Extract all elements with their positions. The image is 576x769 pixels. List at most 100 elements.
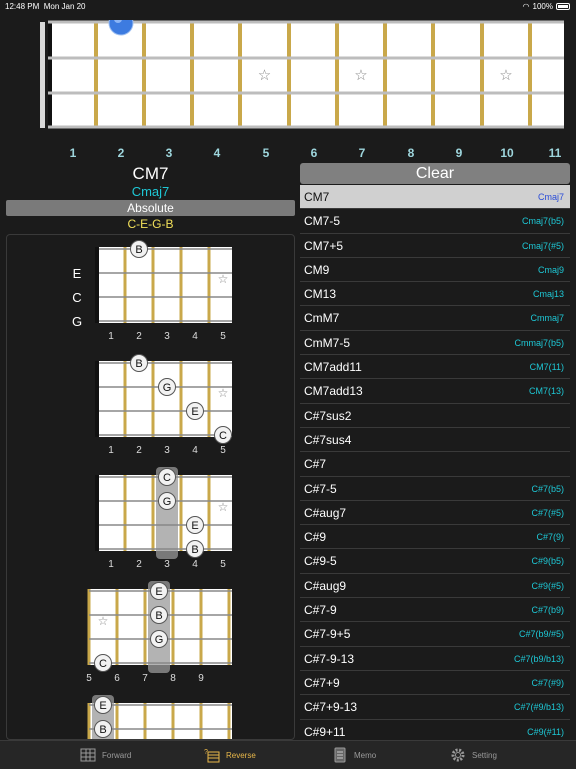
diagram-fret-number: 5 xyxy=(86,673,92,684)
absolute-mode-button[interactable]: Absolute xyxy=(6,200,295,216)
chord-diagram: ☆ CG EB 1 2 3 4 5 xyxy=(95,467,232,570)
fret-wire xyxy=(480,22,484,128)
wifi-icon: ◠ xyxy=(522,2,530,11)
note-marker: G xyxy=(158,492,176,510)
chord-list-row[interactable]: C#7-9 C#7(b9) xyxy=(300,598,570,623)
chord-list-row[interactable]: C#7+9-13 C#7(#9/b13) xyxy=(300,695,570,720)
string-line xyxy=(48,56,564,60)
diagram-fret xyxy=(227,703,231,739)
note-label: G xyxy=(163,382,172,394)
chord-list-row[interactable]: CM7-5 Cmaj7(b5) xyxy=(300,209,570,234)
diagram-fret-number: 5 xyxy=(220,559,226,570)
diagram-fret xyxy=(207,247,211,323)
note-marker: E xyxy=(150,582,168,600)
note-marker: E xyxy=(94,696,112,714)
diagram-fret xyxy=(115,703,119,739)
fretboard-svg[interactable]: ☆ ☆ ☆ xyxy=(40,10,564,130)
note-label: B xyxy=(99,724,106,736)
diagram-fret xyxy=(123,475,127,551)
chord-diagram: ☆ B G E C 1 2 3 4 5 xyxy=(95,354,232,456)
tab-forward[interactable]: Forward xyxy=(80,745,131,765)
note-marker: B xyxy=(130,240,148,258)
chord-list-row[interactable]: C#7 xyxy=(300,452,570,477)
grid-icon xyxy=(80,748,96,762)
chord-list-name: C#9+11 xyxy=(304,724,346,739)
note-label: E xyxy=(155,586,162,598)
chord-list-name: C#7-9+5 xyxy=(304,627,351,642)
diagram-fret-number: 5 xyxy=(220,445,226,456)
diagram-fret xyxy=(199,589,203,665)
fret-inlay-star: ☆ xyxy=(218,272,229,286)
status-time: 12:48 PM Mon Jan 20 xyxy=(5,2,86,11)
chord-list-row[interactable]: C#7sus4 xyxy=(300,428,570,453)
diagram-fret-number: 4 xyxy=(192,445,198,456)
fret-inlay-star: ☆ xyxy=(98,614,109,628)
chord-list-row[interactable]: CM7+5 Cmaj7(#5) xyxy=(300,234,570,258)
fretboard-neck[interactable]: ☆ ☆ ☆ xyxy=(40,10,564,130)
chord-list-row[interactable]: CmM7 Cmmaj7 xyxy=(300,306,570,331)
chord-list-row[interactable]: C#aug7 C#7(#5) xyxy=(300,501,570,526)
note-label: B xyxy=(135,358,142,370)
fret-wire xyxy=(94,22,98,128)
fret-wire xyxy=(142,22,146,128)
fret-number: 7 xyxy=(358,146,366,160)
diagram-fret-number: 2 xyxy=(136,559,142,570)
chord-list-alias: C#9(b5) xyxy=(531,556,564,567)
memo-icon xyxy=(334,747,346,763)
tab-setting[interactable]: Setting xyxy=(450,745,497,765)
chord-list-alias: Cmaj7(#5) xyxy=(521,240,564,251)
chord-list[interactable]: CM7 Cmaj7 CM7-5 Cmaj7(b5) CM7+5 Cmaj7(#5) CM9 C… xyxy=(300,185,570,740)
tab-reverse[interactable]: ? Reverse xyxy=(204,745,256,765)
chord-list-row[interactable]: C#7-9-13 C#7(b9/b13) xyxy=(300,647,570,671)
tab-reverse-label: Reverse xyxy=(226,750,256,760)
diagram-fret xyxy=(207,475,211,551)
diagram-fret xyxy=(87,589,91,665)
chord-list-row[interactable]: C#9 C#7(9) xyxy=(300,525,570,550)
chord-list-row[interactable]: CM7add11 CM7(11) xyxy=(300,355,570,380)
chord-list-row[interactable]: C#7-5 C#7(b5) xyxy=(300,477,570,501)
diagram-fret xyxy=(151,475,155,551)
chord-list-row[interactable]: C#7+9 C#7(#9) xyxy=(300,671,570,696)
chord-list-row[interactable]: CM13 Cmaj13 xyxy=(300,282,570,307)
chord-list-row[interactable]: C#9+11 C#9(#11) xyxy=(300,720,570,740)
note-marker: B xyxy=(150,606,168,624)
note-marker: E xyxy=(186,516,204,534)
note-label: C xyxy=(219,430,227,442)
chord-list-alias: C#7(b9) xyxy=(531,605,564,616)
note-marker: B xyxy=(94,720,112,738)
chord-list-alias: C#9(#11) xyxy=(527,726,564,737)
string-line xyxy=(48,125,564,129)
diagram-fret-number: 1 xyxy=(108,445,114,456)
chord-list-alias: C#7(b9/b13) xyxy=(513,653,564,664)
chord-list-row[interactable]: C#aug9 C#9(#5) xyxy=(300,574,570,599)
note-label: B xyxy=(155,610,162,622)
tab-memo[interactable]: Memo xyxy=(332,745,376,765)
diagram-fret xyxy=(199,703,203,739)
chord-list-row[interactable]: C#9-5 C#9(b5) xyxy=(300,549,570,574)
diagram-fret xyxy=(143,589,147,665)
clear-button[interactable]: Clear xyxy=(300,163,570,184)
fret-number: 6 xyxy=(310,146,318,160)
chord-list-name: CM7-5 xyxy=(304,214,341,229)
chord-list-alias: C#7(#5) xyxy=(531,507,564,518)
chord-list-row[interactable]: CM7 Cmaj7 xyxy=(300,185,570,210)
diagram-fret xyxy=(151,361,155,437)
fret-number: 4 xyxy=(213,146,221,160)
chord-list-alias: C#9(#5) xyxy=(531,580,564,591)
diagram-fret xyxy=(171,589,175,665)
diagram-fret xyxy=(151,247,155,323)
diagram-fret-number: 1 xyxy=(108,331,114,342)
chord-list-row[interactable]: CM7add13 CM7(13) xyxy=(300,379,570,404)
chord-diagram-list[interactable]: E C G ☆ B 1 2 3 4 5 ☆ B G E C 1 2 3 4 5 ☆ C G E B 1 2 3 4 5 ☆ E B G C 5 6 7 8 9… xyxy=(6,234,295,740)
chord-info-panel: CM7 Cmaj7 Absolute C-E-G-B xyxy=(6,163,295,232)
chord-list-row[interactable]: CmM7-5 Cmmaj7(b5) xyxy=(300,331,570,356)
note-label: E xyxy=(99,700,106,712)
tab-forward-label: Forward xyxy=(102,750,132,760)
string-line xyxy=(48,91,564,95)
chord-list-row[interactable]: C#7sus2 xyxy=(300,404,570,428)
diagram-nut xyxy=(95,247,99,323)
note-label: B xyxy=(191,544,198,556)
chord-list-row[interactable]: C#7-9+5 C#7(b9/#5) xyxy=(300,622,570,647)
chord-list-row[interactable]: CM9 Cmaj9 xyxy=(300,258,570,283)
neck-nut xyxy=(40,22,45,128)
